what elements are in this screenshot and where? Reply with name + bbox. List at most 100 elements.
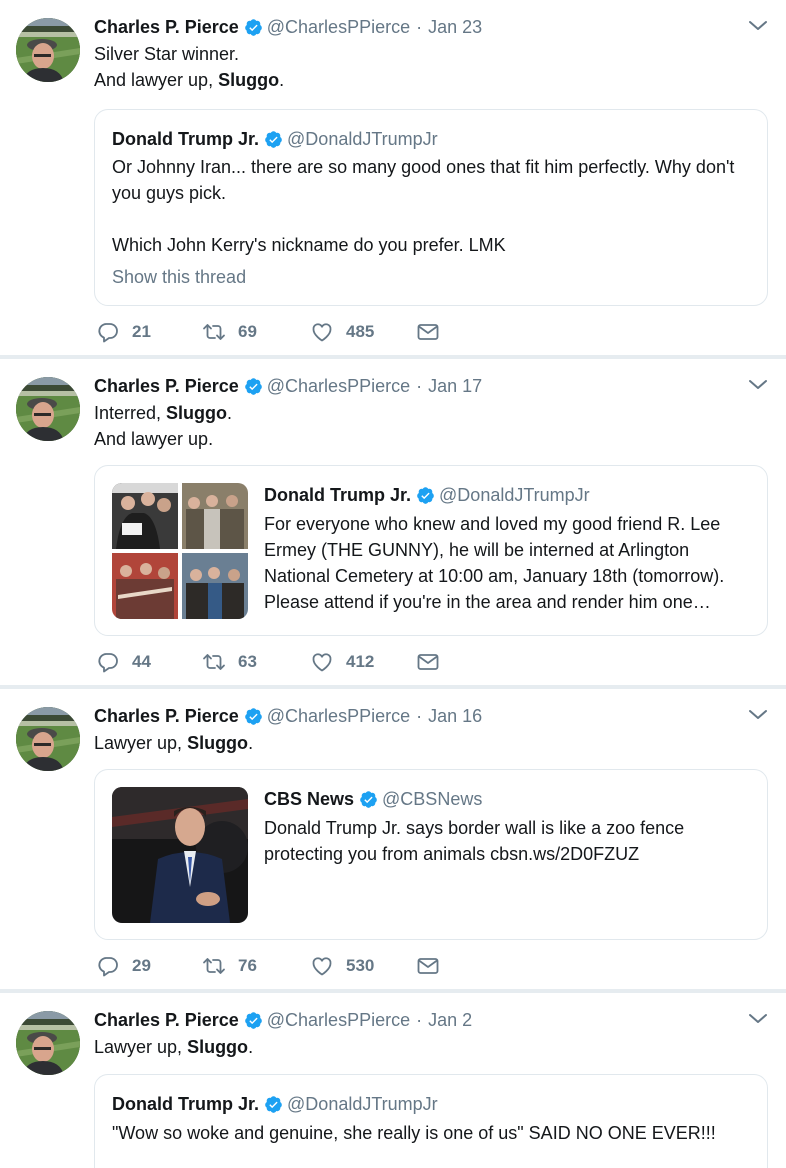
quoted-tweet[interactable]: Donald Trump Jr. @DonaldJTrumpJr "Wow so… xyxy=(94,1074,768,1168)
quoted-text: For everyone who knew and loved my good … xyxy=(264,514,725,612)
heart-icon xyxy=(310,650,334,674)
separator-dot: · xyxy=(416,376,423,396)
timestamp[interactable]: Jan 17 xyxy=(428,374,482,398)
like-count: 412 xyxy=(346,652,375,671)
separator-dot: · xyxy=(416,706,423,726)
avatar[interactable] xyxy=(16,1011,80,1075)
chevron-down-icon[interactable] xyxy=(748,377,768,393)
retweet-button[interactable]: 76 xyxy=(202,953,257,979)
tweet-text-bold: Sluggo xyxy=(187,733,249,753)
avatar[interactable] xyxy=(16,377,80,441)
tweet[interactable]: Charles P. Pierce @CharlesPPierce · Jan … xyxy=(0,689,786,989)
quoted-tweet[interactable]: Donald Trump Jr. @DonaldJTrumpJr For eve… xyxy=(94,465,768,636)
tweet-text-line: Interred, xyxy=(94,403,167,423)
verified-badge-icon xyxy=(244,18,263,37)
avatar[interactable] xyxy=(16,707,80,771)
author-handle[interactable]: @CharlesPPierce xyxy=(267,374,410,398)
tweet-feed: Charles P. Pierce @CharlesPPierce · Jan … xyxy=(0,0,786,1168)
tweet-text: Lawyer up, Sluggo. xyxy=(94,1034,754,1060)
timestamp[interactable]: Jan 2 xyxy=(428,1008,472,1032)
author-handle[interactable]: @CharlesPPierce xyxy=(267,1008,410,1032)
like-button[interactable]: 530 xyxy=(310,953,374,979)
author-name[interactable]: Charles P. Pierce xyxy=(94,374,239,398)
tweet-text-bold: Sluggo xyxy=(166,403,228,423)
tweet-header: Charles P. Pierce @CharlesPPierce · Jan … xyxy=(94,374,482,398)
direct-message-icon[interactable] xyxy=(416,650,440,674)
verified-badge-icon xyxy=(244,377,263,396)
quoted-content: CBS News @CBSNews Donald Trump Jr. says … xyxy=(264,770,754,939)
retweet-button[interactable]: 69 xyxy=(202,319,257,345)
tweet-text-suffix: . xyxy=(248,1037,254,1057)
direct-message-icon[interactable] xyxy=(416,954,440,978)
tweet-actions: 29 76 530 xyxy=(96,953,496,979)
tweet-header: Charles P. Pierce @CharlesPPierce · Jan … xyxy=(94,15,482,39)
separator-dot: · xyxy=(416,1010,423,1030)
separator-dot: · xyxy=(416,17,423,37)
quoted-header: Donald Trump Jr. @DonaldJTrumpJr xyxy=(112,127,438,151)
verified-badge-icon xyxy=(416,486,435,505)
like-count: 530 xyxy=(346,956,375,975)
quoted-author-name: CBS News xyxy=(264,789,355,809)
tweet-actions: 21 69 485 xyxy=(96,319,496,345)
author-handle[interactable]: @CharlesPPierce xyxy=(267,704,410,728)
tweet[interactable]: Charles P. Pierce @CharlesPPierce · Jan … xyxy=(0,359,786,685)
quoted-media-image[interactable] xyxy=(112,787,248,923)
tweet-header: Charles P. Pierce @CharlesPPierce · Jan … xyxy=(94,1008,472,1032)
chevron-down-icon[interactable] xyxy=(748,1011,768,1027)
quoted-content: Donald Trump Jr. @DonaldJTrumpJr For eve… xyxy=(264,466,754,635)
quoted-author-handle: @CBSNews xyxy=(382,789,483,809)
author-name[interactable]: Charles P. Pierce xyxy=(94,15,239,39)
heart-icon xyxy=(310,954,334,978)
quoted-author-handle: @DonaldJTrumpJr xyxy=(287,129,438,149)
author-name[interactable]: Charles P. Pierce xyxy=(94,704,239,728)
retweet-button[interactable]: 63 xyxy=(202,649,257,675)
heart-icon xyxy=(310,320,334,344)
chevron-down-icon[interactable] xyxy=(748,707,768,723)
avatar[interactable] xyxy=(16,18,80,82)
tweet-text-line: And lawyer up, xyxy=(94,70,219,90)
tweet-text-line: And lawyer up. xyxy=(94,429,214,449)
reply-button[interactable]: 29 xyxy=(96,953,151,979)
tweet-text: Silver Star winner. And lawyer up, Slugg… xyxy=(94,41,754,93)
author-name[interactable]: Charles P. Pierce xyxy=(94,1008,239,1032)
quoted-header: CBS News @CBSNews xyxy=(264,787,482,811)
reply-icon xyxy=(96,320,120,344)
tweet-text-bold: Sluggo xyxy=(187,1037,249,1057)
timestamp[interactable]: Jan 23 xyxy=(428,15,482,39)
show-thread-link[interactable]: Show this thread xyxy=(112,264,742,290)
quoted-text: Donald Trump Jr. says border wall is lik… xyxy=(264,818,685,864)
tweet-text-line: Silver Star winner. xyxy=(94,44,240,64)
chevron-down-icon[interactable] xyxy=(748,18,768,34)
direct-message-icon[interactable] xyxy=(416,320,440,344)
like-button[interactable]: 412 xyxy=(310,649,374,675)
timestamp[interactable]: Jan 16 xyxy=(428,704,482,728)
quoted-text: "Wow so woke and genuine, she really is … xyxy=(112,1123,716,1143)
tweet-text: Interred, Sluggo. And lawyer up. xyxy=(94,400,754,452)
author-handle[interactable]: @CharlesPPierce xyxy=(267,15,410,39)
tweet-actions: 44 63 412 xyxy=(96,649,496,675)
tweet[interactable]: Charles P. Pierce @CharlesPPierce · Jan … xyxy=(0,0,786,355)
retweet-count: 63 xyxy=(238,652,257,671)
quoted-header: Donald Trump Jr. @DonaldJTrumpJr xyxy=(112,1092,438,1116)
reply-icon xyxy=(96,954,120,978)
verified-badge-icon xyxy=(244,707,263,726)
tweet-header: Charles P. Pierce @CharlesPPierce · Jan … xyxy=(94,704,482,728)
quoted-text: Or Johnny Iran... there are so many good… xyxy=(112,154,742,290)
quoted-tweet[interactable]: CBS News @CBSNews Donald Trump Jr. says … xyxy=(94,769,768,940)
quoted-text-paragraph: Which John Kerry's nickname do you prefe… xyxy=(112,235,506,255)
reply-button[interactable]: 44 xyxy=(96,649,151,675)
tweet-text-line: Lawyer up, xyxy=(94,733,188,753)
tweet[interactable]: Charles P. Pierce @CharlesPPierce · Jan … xyxy=(0,993,786,1168)
like-button[interactable]: 485 xyxy=(310,319,374,345)
tweet-text-suffix: . xyxy=(227,403,233,423)
retweet-icon xyxy=(202,650,226,674)
reply-button[interactable]: 21 xyxy=(96,319,151,345)
verified-badge-icon xyxy=(244,1011,263,1030)
verified-badge-icon xyxy=(264,1095,283,1114)
quoted-header: Donald Trump Jr. @DonaldJTrumpJr xyxy=(264,483,590,507)
quoted-media-image[interactable] xyxy=(112,483,248,619)
reply-count: 21 xyxy=(132,322,151,341)
quoted-author-handle: @DonaldJTrumpJr xyxy=(287,1094,438,1114)
quoted-tweet[interactable]: Donald Trump Jr. @DonaldJTrumpJr Or John… xyxy=(94,109,768,306)
retweet-count: 76 xyxy=(238,956,257,975)
